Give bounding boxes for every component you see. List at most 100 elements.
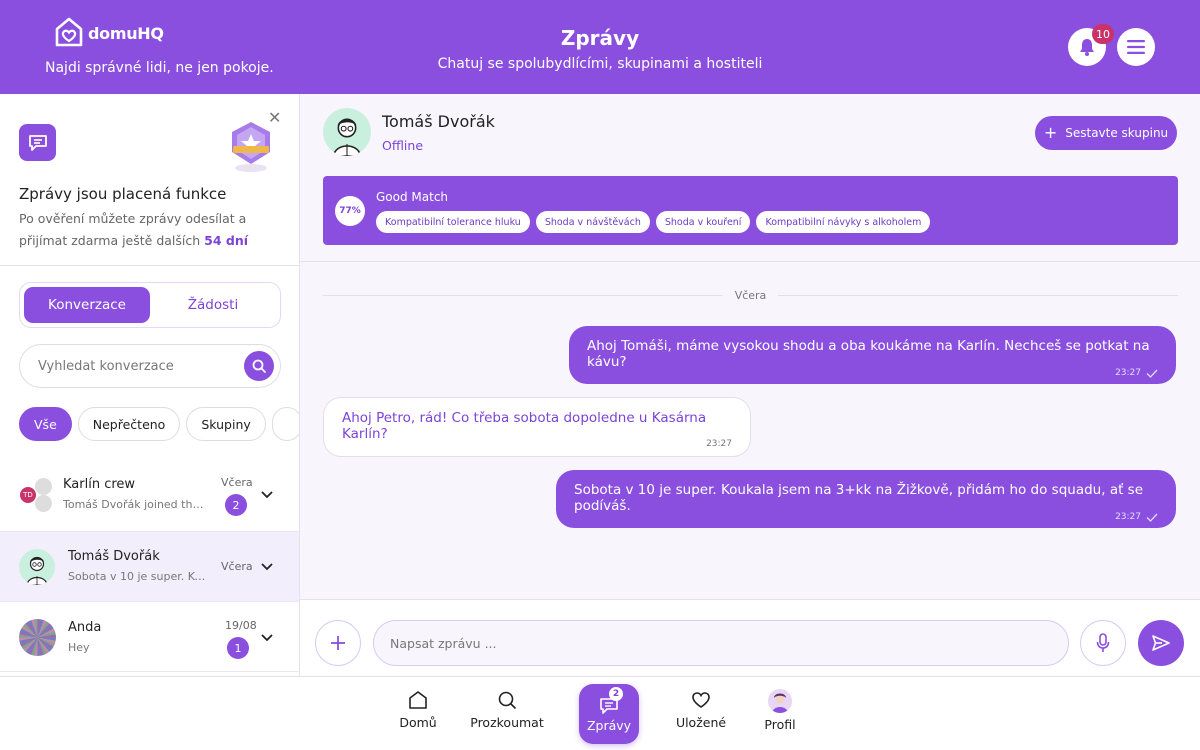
conversation-name: Anda — [68, 620, 102, 635]
match-tag: Kompatibilní návyky s alkoholem — [756, 211, 931, 233]
promo-title: Zprávy jsou placená funkce — [19, 185, 227, 203]
conversation-time: 19/08 — [225, 619, 257, 632]
conversation-preview: Sobota v 10 je super. Koukala jsem — [68, 570, 210, 583]
notifications-button[interactable]: 10 — [1068, 24, 1114, 66]
match-card: 77% Good Match Kompatibilní tolerance hl… — [323, 176, 1178, 245]
promo-description: Po ověření můžete zprávy odesílat a přij… — [19, 208, 289, 252]
conversation-type-toggle: Konverzace Žádosti — [19, 282, 281, 328]
heart-icon — [692, 692, 710, 708]
notification-count-badge: 10 — [1092, 24, 1114, 44]
chevron-down-icon[interactable] — [260, 633, 274, 643]
match-tags: Kompatibilní tolerance hluku Shoda v náv… — [376, 211, 931, 233]
nav-label: Prozkoumat — [470, 715, 544, 730]
conversation-sidebar: ✕ Zprávy jsou placená funkce Po ověření … — [0, 94, 300, 676]
plus-icon — [331, 636, 345, 650]
chevron-down-icon[interactable] — [260, 490, 274, 500]
day-divider: Včera — [323, 289, 1178, 302]
chat-header: Tomáš Dvořák Offline + Sestavte skupinu … — [300, 94, 1200, 262]
search-icon — [498, 691, 516, 709]
avatar — [19, 549, 55, 585]
premium-promo: ✕ Zprávy jsou placená funkce Po ověření … — [0, 94, 299, 266]
conversation-search — [19, 344, 281, 388]
message-time: 23:27 — [706, 439, 732, 449]
filter-more[interactable] — [271, 407, 299, 441]
nav-saved[interactable]: Uložené — [676, 689, 726, 750]
match-tag: Kompatibilní tolerance hluku — [376, 211, 530, 233]
search-button[interactable] — [244, 351, 274, 381]
filter-all[interactable]: Vše — [19, 407, 72, 441]
conversation-item[interactable]: TD Karlín crew Tomáš Dvořák joined the g… — [0, 462, 299, 532]
avatar-initials: TD — [19, 486, 37, 504]
unread-count-badge: 2 — [225, 494, 247, 516]
search-input[interactable] — [38, 345, 238, 387]
chevron-down-icon[interactable] — [260, 562, 274, 572]
nav-home[interactable]: Domů — [398, 689, 438, 750]
match-tag: Shoda v kouření — [655, 211, 751, 233]
message-text: Ahoj Tomáši, máme vysokou shodu a oba ko… — [587, 338, 1150, 370]
message-meta: 23:27 — [1115, 512, 1158, 522]
plus-icon: + — [1043, 123, 1058, 142]
day-label: Včera — [734, 289, 767, 302]
menu-button[interactable] — [1117, 28, 1155, 66]
nav-label: Profil — [764, 717, 796, 732]
conversation-preview: Hey — [68, 641, 90, 654]
promo-days-remaining: 54 dní — [204, 233, 249, 248]
nav-label: Domů — [399, 715, 437, 730]
nav-badge: 2 — [609, 687, 623, 701]
create-group-label: Sestavte skupinu — [1065, 126, 1169, 140]
message-meta: 23:27 — [1115, 368, 1158, 378]
group-avatar: TD — [19, 478, 53, 512]
tab-requests[interactable]: Žádosti — [150, 287, 276, 323]
microphone-icon — [1096, 633, 1110, 652]
message-incoming: Ahoj Petro, rád! Co třeba sobota dopoled… — [323, 397, 751, 457]
message-meta: 23:27 — [706, 439, 732, 449]
contact-status: Offline — [382, 138, 424, 153]
conversation-time: Včera — [221, 476, 253, 489]
add-attachment-button[interactable] — [315, 620, 361, 666]
nav-profile[interactable]: Profil — [760, 689, 800, 750]
check-icon — [1146, 513, 1158, 522]
nav-label: Uložené — [675, 715, 727, 730]
page-title: Zprávy — [560, 26, 640, 50]
message-composer — [300, 599, 1200, 676]
message-time: 23:27 — [1115, 368, 1141, 378]
match-percent: 77% — [335, 196, 365, 226]
app-header: domuHQ Najdi správné lidi, ne jen pokoje… — [0, 0, 1200, 94]
chat-panel: Tomáš Dvořák Offline + Sestavte skupinu … — [300, 94, 1200, 676]
avatar — [768, 689, 792, 713]
avatar[interactable] — [323, 108, 371, 156]
voice-message-button[interactable] — [1080, 620, 1126, 666]
hamburger-menu-icon — [1127, 40, 1145, 54]
message-outgoing: Ahoj Tomáši, máme vysokou shodu a oba ko… — [569, 326, 1176, 384]
match-label: Good Match — [376, 190, 449, 204]
message-icon — [19, 124, 56, 161]
match-tag: Shoda v návštěvách — [535, 211, 650, 233]
filter-unread[interactable]: Nepřečteno — [77, 407, 181, 441]
message-text: Ahoj Petro, rád! Co třeba sobota dopoled… — [342, 410, 707, 442]
send-button[interactable] — [1138, 620, 1184, 666]
contact-name[interactable]: Tomáš Dvořák — [382, 112, 495, 131]
tab-conversations[interactable]: Konverzace — [24, 287, 150, 323]
bottom-navigation: Domů Prozkoumat 2 Zprávy Uložené Profil — [0, 676, 1200, 750]
send-icon — [1152, 635, 1170, 651]
avatar — [19, 619, 56, 656]
search-icon — [252, 359, 266, 373]
conversation-time: Včera — [221, 560, 253, 573]
home-icon — [409, 691, 427, 709]
conversation-preview: Tomáš Dvořák joined the group — [63, 498, 205, 511]
filter-chips: Vše Nepřečteno Skupiny — [19, 407, 299, 443]
conversation-item-selected[interactable]: Tomáš Dvořák Sobota v 10 je super. Kouka… — [0, 532, 299, 602]
conversation-item[interactable]: Anda Hey 19/08 1 — [0, 602, 299, 672]
message-input[interactable] — [373, 620, 1069, 666]
nav-messages[interactable]: 2 Zprávy — [579, 684, 639, 744]
message-time: 23:27 — [1115, 512, 1141, 522]
create-group-button[interactable]: + Sestavte skupinu — [1035, 116, 1177, 150]
conversation-name: Tomáš Dvořák — [68, 549, 160, 564]
unread-count-badge: 1 — [227, 637, 249, 659]
filter-groups[interactable]: Skupiny — [186, 407, 266, 441]
page-subtitle: Chatuj se spolubydlícími, skupinami a ho… — [437, 56, 763, 72]
close-icon[interactable]: ✕ — [268, 108, 281, 127]
message-text: Sobota v 10 je super. Koukala jsem na 3+… — [574, 482, 1144, 514]
nav-explore[interactable]: Prozkoumat — [470, 689, 544, 750]
conversation-name: Karlín crew — [63, 477, 136, 492]
